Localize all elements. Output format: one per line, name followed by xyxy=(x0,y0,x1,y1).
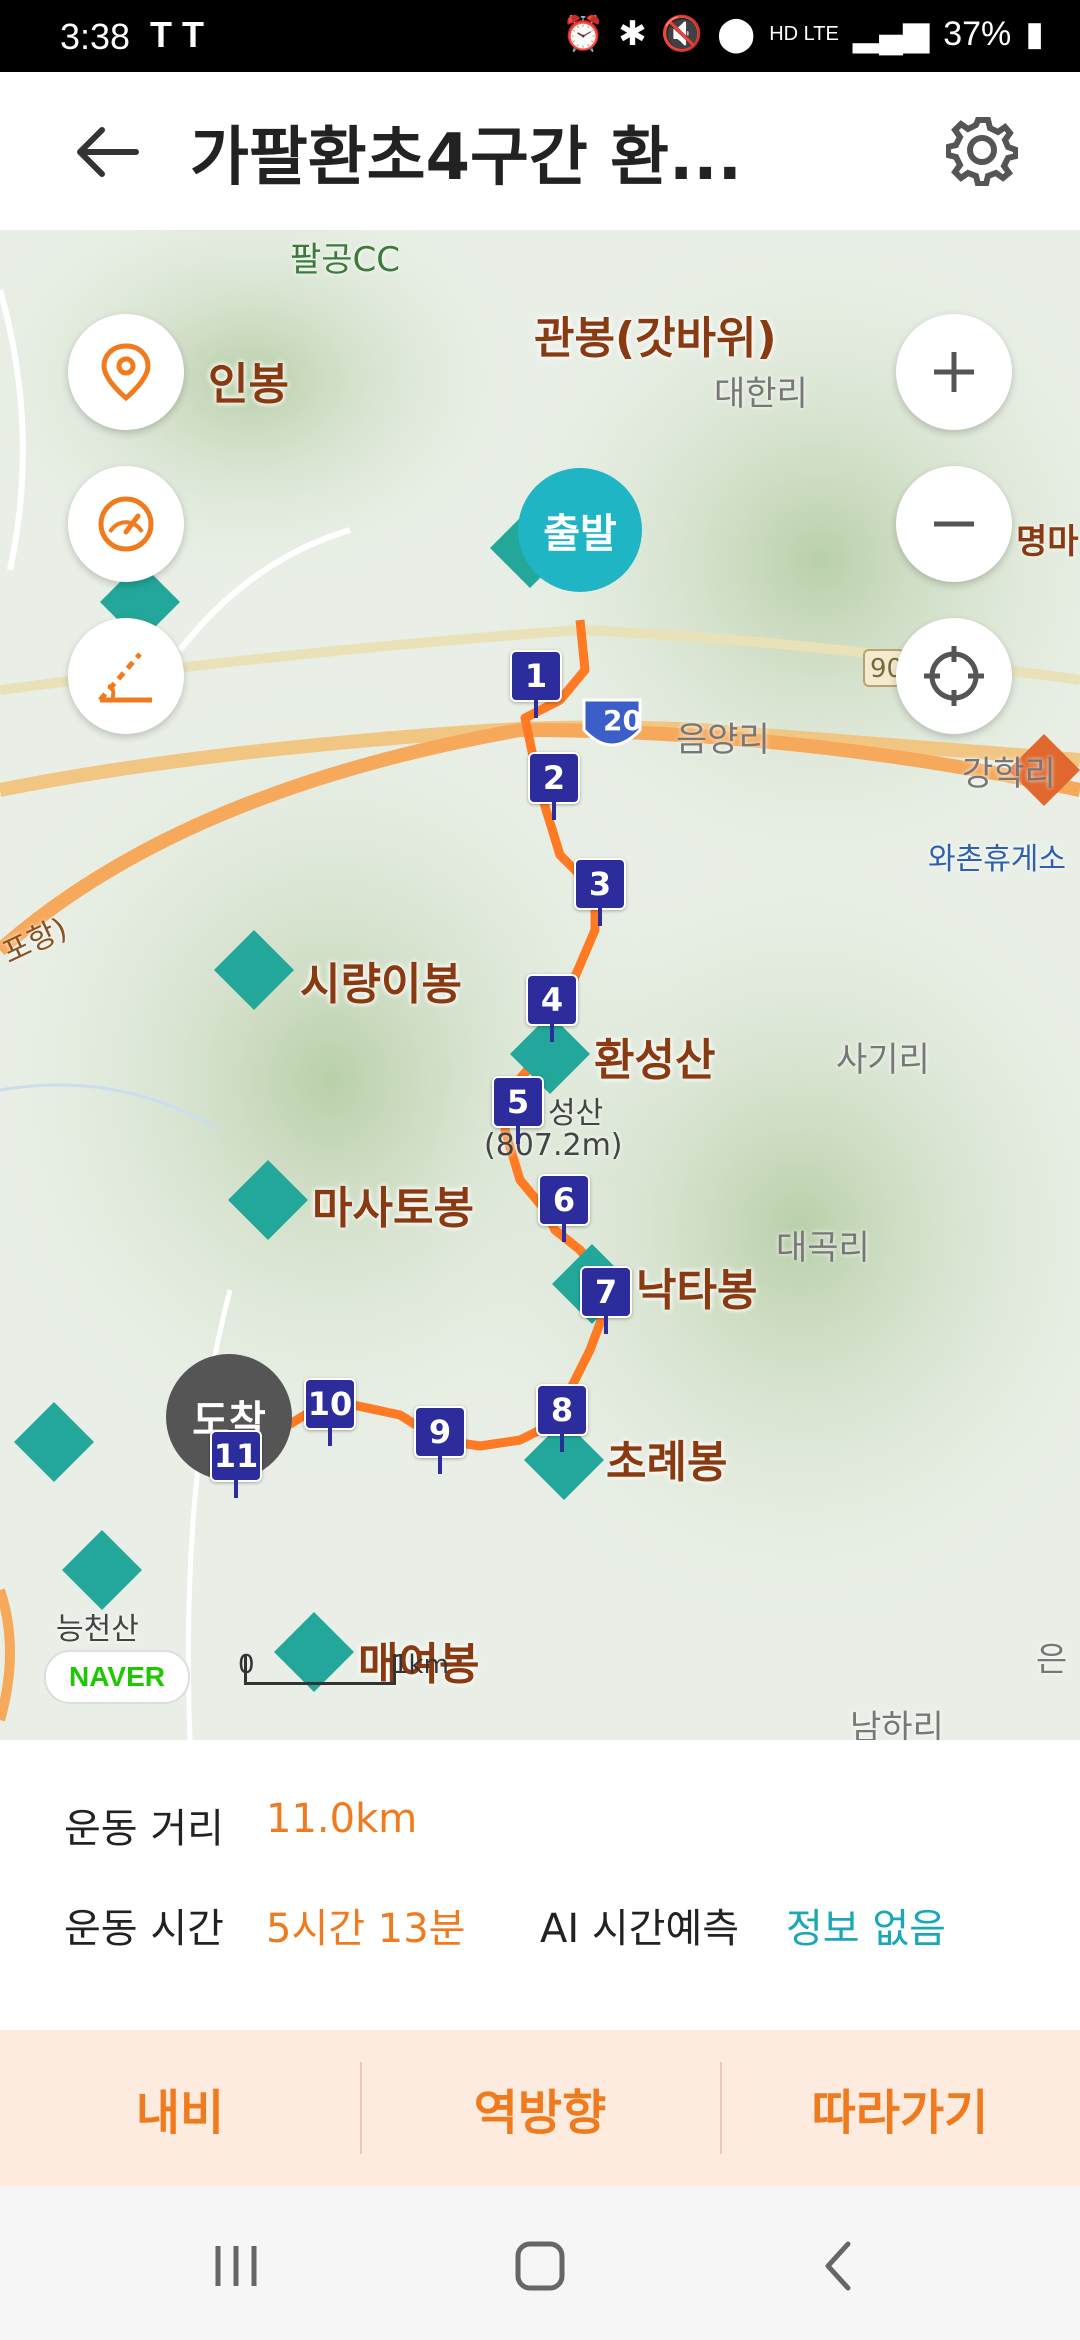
home-button[interactable] xyxy=(500,2226,580,2306)
carrier-icons: T T xyxy=(150,14,204,55)
distance-label: 운동 거리 xyxy=(64,1806,224,1852)
measure-button[interactable] xyxy=(68,618,184,734)
zoom-in-button[interactable] xyxy=(896,314,1012,430)
measure-angle-icon xyxy=(98,652,152,703)
peak-label-siryang[interactable]: 시량이봉 xyxy=(300,948,462,1012)
home-icon xyxy=(515,2241,565,2291)
waypoint-8[interactable]: 8 xyxy=(536,1384,588,1452)
speedometer-button[interactable] xyxy=(68,466,184,582)
village-daegok: 대곡리 xyxy=(776,1228,870,1268)
battery-icon: ▮ xyxy=(1025,15,1044,53)
peak-label-chorye[interactable]: 초례봉 xyxy=(606,1426,727,1490)
zoom-out-button[interactable] xyxy=(896,466,1012,582)
settings-button[interactable] xyxy=(945,114,1019,187)
label-neungcheon: 능천산 xyxy=(56,1612,139,1647)
action-bar: 내비 역방향 따라가기 xyxy=(0,2030,1080,2186)
highway-number: 20 xyxy=(603,704,642,737)
summit-elevation: (807.2m) xyxy=(484,1128,623,1163)
peak-label-inbong[interactable]: 인봉 xyxy=(208,348,289,412)
plus-icon xyxy=(934,352,974,392)
info-panel: 운동 거리 11.0km 운동 시간 5시간 13분 AI 시간예측 정보 없음 xyxy=(0,1740,1080,2030)
time-label: 운동 시간 xyxy=(64,1906,224,1952)
label-palgong-cc: 팔공CC xyxy=(290,240,401,280)
village-ganghak: 강학리 xyxy=(962,754,1056,794)
my-location-button[interactable] xyxy=(896,618,1012,734)
scale-bar xyxy=(244,1654,396,1685)
mute-icon: 🔇 xyxy=(660,15,704,53)
waypoint-9[interactable]: 9 xyxy=(414,1406,466,1474)
network-icon: HD LTE xyxy=(769,23,839,45)
system-nav-bar xyxy=(0,2186,1080,2340)
speedometer-icon xyxy=(98,496,154,552)
recent-apps-button[interactable] xyxy=(196,2226,276,2306)
waypoint-2[interactable]: 2 xyxy=(528,752,580,820)
status-bar: 3:38 T T ⏰ ✱ 🔇 ⬤ HD LTE ▂▄▆ 37% ▮ xyxy=(0,0,1080,72)
village-sagi: 사기리 xyxy=(836,1040,930,1080)
signal-icon: ▂▄▆ xyxy=(852,15,930,53)
peak-label-masato[interactable]: 마사토봉 xyxy=(312,1172,474,1236)
system-back-button[interactable] xyxy=(800,2226,880,2306)
battery-text: 37% xyxy=(943,14,1012,53)
chevron-left-icon xyxy=(825,2241,851,2291)
map-view[interactable]: 팔공CC 인봉 관봉(갓바위) 대한리 명마 음양리 강학리 와촌휴게소 포항)… xyxy=(0,230,1080,1740)
peak-label-gwanbong[interactable]: 관봉(갓바위) xyxy=(534,302,777,366)
page-title: 가팔환초4구간 환... xyxy=(190,121,742,195)
waypoint-1[interactable]: 1 xyxy=(510,650,562,718)
follow-button[interactable]: 따라가기 xyxy=(720,2030,1080,2186)
time-value: 5시간 13분 xyxy=(266,1906,466,1952)
header: 가팔환초4구간 환... xyxy=(0,72,1080,230)
summit-name: 성산 xyxy=(548,1096,604,1131)
status-time: 3:38 xyxy=(60,16,131,57)
village-daehan: 대한리 xyxy=(714,374,808,414)
naver-logo: NAVER xyxy=(44,1650,190,1704)
waypoint-11[interactable]: 11 xyxy=(210,1430,262,1498)
waypoint-3[interactable]: 3 xyxy=(574,858,626,926)
minus-icon xyxy=(934,521,974,527)
village-eumyang: 음양리 xyxy=(676,720,770,760)
reverse-button[interactable]: 역방향 xyxy=(360,2030,720,2186)
start-marker[interactable]: 출발 xyxy=(518,468,642,592)
distance-value: 11.0km xyxy=(266,1796,418,1842)
ai-time-value: 정보 없음 xyxy=(786,1906,946,1952)
waypoint-5[interactable]: 5 xyxy=(492,1076,544,1144)
location-icon: ⬤ xyxy=(717,15,756,53)
crosshair-icon xyxy=(924,646,984,706)
back-button[interactable] xyxy=(72,122,142,182)
peak-label-hwanseong[interactable]: 환성산 xyxy=(594,1024,715,1088)
label-myeongma: 명마 xyxy=(1016,522,1079,562)
peak-label-nakta[interactable]: 낙타봉 xyxy=(636,1254,757,1318)
scale-unit: 1km xyxy=(392,1650,449,1680)
waypoint-7[interactable]: 7 xyxy=(580,1266,632,1334)
location-pin-button[interactable] xyxy=(68,314,184,430)
navi-button[interactable]: 내비 xyxy=(0,2030,360,2186)
recent-apps-icon xyxy=(215,2246,257,2286)
bluetooth-icon: ✱ xyxy=(618,15,647,53)
ai-time-label: AI 시간예측 xyxy=(540,1906,740,1952)
waypoint-6[interactable]: 6 xyxy=(538,1174,590,1242)
label-edge-right: 은 xyxy=(1036,1640,1068,1680)
gear-icon xyxy=(945,117,1019,187)
label-rest-area[interactable]: 와촌휴게소 xyxy=(928,834,1066,878)
arrow-left-icon xyxy=(77,127,139,177)
village-namha: 남하리 xyxy=(850,1708,944,1740)
status-icons: ⏰ ✱ 🔇 ⬤ HD LTE ▂▄▆ 37% ▮ xyxy=(562,14,1044,54)
alarm-icon: ⏰ xyxy=(561,15,605,53)
waypoint-10[interactable]: 10 xyxy=(304,1378,356,1446)
waypoint-4[interactable]: 4 xyxy=(526,974,578,1042)
location-pin-icon xyxy=(101,343,151,402)
